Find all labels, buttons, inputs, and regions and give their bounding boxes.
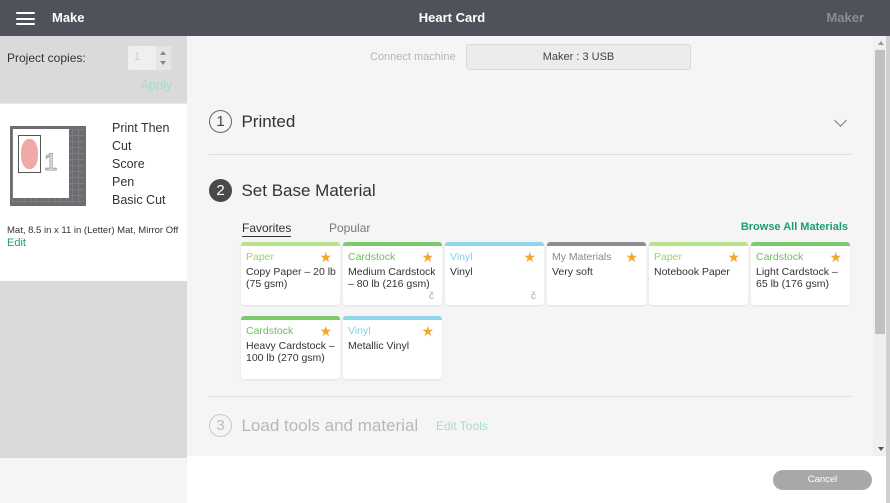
material-category: Paper — [246, 251, 275, 263]
favorite-star-icon[interactable]: ★ — [523, 249, 536, 266]
material-category: My Materials — [552, 251, 612, 263]
tab-favorites[interactable]: Favorites — [242, 221, 292, 237]
step-set-base-material: 2 Set Base Material — [209, 179, 376, 202]
category-color-bar — [649, 242, 748, 246]
favorite-star-icon[interactable]: ★ — [421, 323, 434, 340]
material-category: Cardstock — [756, 251, 804, 263]
cut-setting-icon: č — [531, 291, 536, 302]
tab-popular[interactable]: Popular — [329, 221, 370, 235]
favorite-star-icon[interactable]: ★ — [319, 249, 332, 266]
material-category: Vinyl — [450, 251, 473, 263]
connect-machine-label: Connect machine — [370, 51, 456, 63]
step-title: Set Base Material — [241, 180, 376, 200]
footer: Cancel — [187, 456, 886, 503]
main-panel: Connect machine Maker : 3 USB 1 Printed … — [187, 36, 873, 456]
category-color-bar — [445, 242, 544, 246]
operation-item: Basic Cut — [112, 193, 166, 207]
machine-label: Maker — [826, 10, 864, 25]
step-title: Load tools and material — [241, 415, 419, 435]
favorite-star-icon[interactable]: ★ — [625, 249, 638, 266]
heart-card-image — [21, 139, 38, 169]
operations-list: Print Then Cut Score Pen Basic Cut — [112, 119, 187, 209]
cancel-button[interactable]: Cancel — [773, 470, 872, 490]
stepper-arrows — [156, 46, 171, 70]
category-color-bar — [241, 242, 340, 246]
favorite-star-icon[interactable]: ★ — [319, 323, 332, 340]
project-title: Heart Card — [418, 10, 486, 25]
material-card[interactable]: Vinyl ★ Metallic Vinyl — [343, 316, 442, 379]
browse-all-materials-link[interactable]: Browse All Materials — [741, 221, 848, 233]
scroll-up-arrow-icon[interactable] — [878, 41, 884, 45]
material-category: Cardstock — [246, 325, 294, 337]
material-name: Very soft — [552, 266, 593, 278]
operation-item: Print Then Cut — [112, 121, 170, 153]
material-card[interactable]: My Materials ★ Very soft — [547, 242, 646, 305]
material-name: Light Cardstock – 65 lb (176 gsm) — [756, 266, 838, 290]
mat-info: Mat, 8.5 in x 11 in (Letter) Mat, Mirror… — [7, 225, 179, 236]
category-color-bar — [547, 242, 646, 246]
material-category: Paper — [654, 251, 683, 263]
machine-select[interactable]: Maker : 3 USB — [466, 44, 691, 70]
step-number: 2 — [209, 179, 232, 202]
decrement-arrow-icon[interactable] — [160, 61, 166, 65]
material-name: Metallic Vinyl — [348, 340, 410, 352]
top-bar: Make Heart Card Maker — [0, 0, 890, 36]
material-card[interactable]: Paper ★ Copy Paper – 20 lb (75 gsm) — [241, 242, 340, 305]
scroll-down-arrow-icon[interactable] — [878, 447, 884, 451]
step-title: Printed — [241, 111, 296, 131]
material-card[interactable]: Cardstock ★ Light Cardstock – 65 lb (176 g… — [751, 242, 850, 305]
material-card[interactable]: Cardstock ★ Heavy Cardstock – 100 lb (270 … — [241, 316, 340, 379]
edit-tools-link[interactable]: Edit Tools — [436, 419, 488, 433]
step-printed[interactable]: 1 Printed — [209, 110, 295, 133]
material-name: Copy Paper – 20 lb (75 gsm) — [246, 266, 336, 290]
material-name: Medium Cardstock – 80 lb (216 gsm) — [348, 266, 436, 290]
cut-setting-icon: č — [429, 291, 434, 302]
increment-arrow-icon[interactable] — [160, 51, 166, 55]
edit-mat-link[interactable]: Edit — [7, 237, 26, 249]
mat-preview[interactable]: 1 — [10, 126, 86, 206]
divider — [209, 154, 851, 155]
copies-stepper[interactable]: 1 — [128, 46, 171, 70]
material-name: Vinyl — [450, 266, 473, 278]
category-color-bar — [241, 316, 340, 320]
print-frame — [18, 135, 41, 173]
step-load-tools: 3 Load tools and material — [209, 414, 418, 437]
left-footer — [0, 458, 187, 503]
project-copies-label: Project copies: — [7, 51, 86, 65]
category-color-bar — [343, 242, 442, 246]
window-edge — [886, 36, 890, 503]
favorite-star-icon[interactable]: ★ — [421, 249, 434, 266]
scroll-thumb[interactable] — [875, 50, 885, 334]
favorite-star-icon[interactable]: ★ — [727, 249, 740, 266]
operation-item: Score — [112, 157, 145, 171]
operation-item: Pen — [112, 175, 135, 189]
material-name: Heavy Cardstock – 100 lb (270 gsm) — [246, 340, 335, 364]
chevron-down-icon[interactable] — [834, 114, 847, 127]
category-color-bar — [343, 316, 442, 320]
mat-card[interactable]: 1 Print Then Cut Score Pen Basic Cut Mat… — [0, 103, 187, 281]
step-number: 3 — [209, 414, 232, 437]
apply-button[interactable]: Apply — [141, 78, 172, 92]
material-category: Cardstock — [348, 251, 396, 263]
copies-value[interactable]: 1 — [134, 51, 140, 63]
mat-paper: 1 — [13, 129, 69, 198]
material-card[interactable]: Paper ★ Notebook Paper — [649, 242, 748, 305]
material-category: Vinyl — [348, 325, 371, 337]
favorite-star-icon[interactable]: ★ — [829, 249, 842, 266]
step-number: 1 — [209, 110, 232, 133]
mat-number: 1 — [43, 149, 58, 177]
material-card[interactable]: Cardstock ★ Medium Cardstock – 80 lb (216 … — [343, 242, 442, 305]
material-name: Notebook Paper — [654, 266, 730, 278]
divider — [209, 396, 851, 397]
material-card[interactable]: Vinyl ★ Vinyl č — [445, 242, 544, 305]
left-panel: Project copies: 1 Apply 1 Print Then Cut… — [0, 36, 187, 503]
project-copies-section: Project copies: 1 Apply — [0, 36, 187, 103]
category-color-bar — [751, 242, 850, 246]
